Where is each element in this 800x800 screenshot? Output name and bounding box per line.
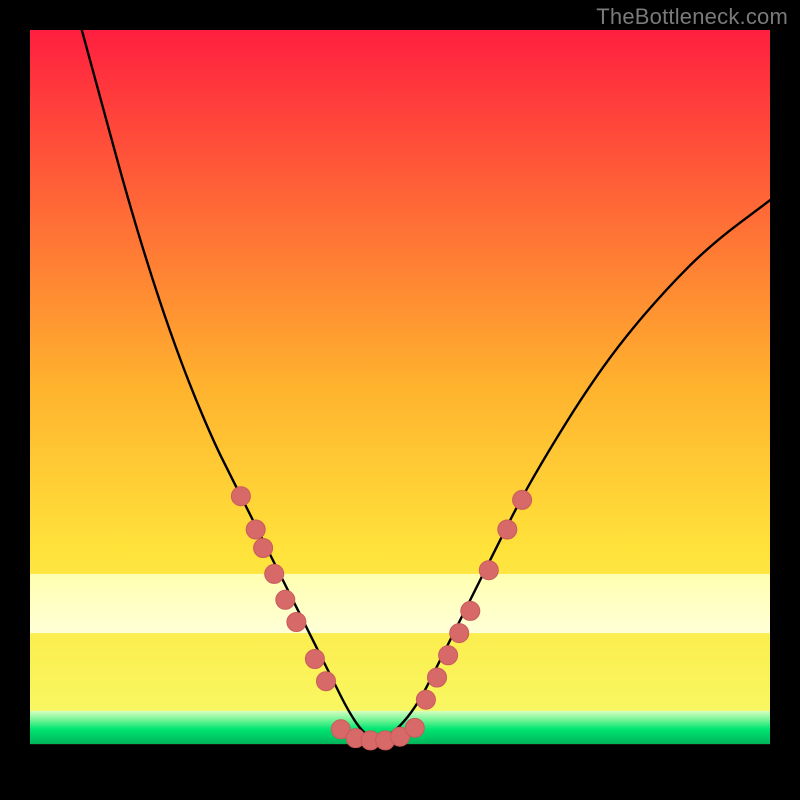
curve-marker <box>265 564 284 583</box>
watermark-text: TheBottleneck.com <box>596 4 788 30</box>
plot-gradient-bg <box>30 30 770 770</box>
curve-marker <box>231 487 250 506</box>
curve-marker <box>428 668 447 687</box>
curve-marker <box>405 718 424 737</box>
curve-marker <box>461 601 480 620</box>
curve-marker <box>479 561 498 580</box>
curve-marker <box>287 613 306 632</box>
curve-marker <box>416 690 435 709</box>
curve-marker <box>450 624 469 643</box>
bottom-black-strip <box>30 744 770 770</box>
curve-marker <box>439 646 458 665</box>
chart-stage: { "watermark": "TheBottleneck.com", "col… <box>0 0 800 800</box>
curve-marker <box>305 650 324 669</box>
curve-marker <box>513 490 532 509</box>
curve-marker <box>317 672 336 691</box>
curve-marker <box>254 539 273 558</box>
pale-yellow-band <box>30 574 770 633</box>
curve-marker <box>276 590 295 609</box>
curve-marker <box>246 520 265 539</box>
curve-marker <box>498 520 517 539</box>
chart-svg <box>0 0 800 800</box>
